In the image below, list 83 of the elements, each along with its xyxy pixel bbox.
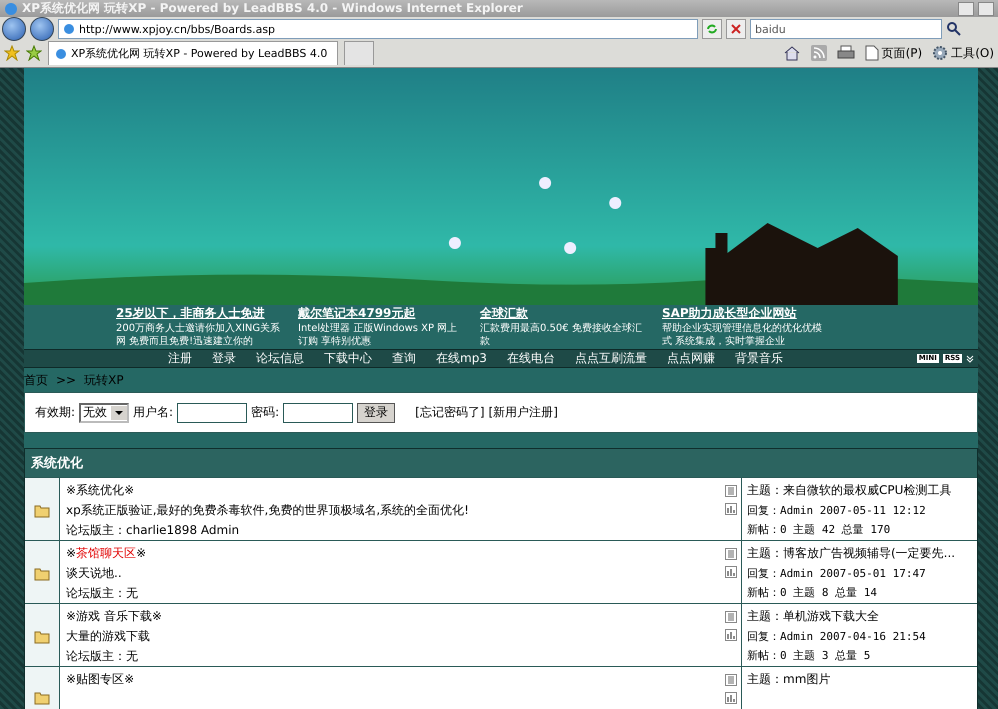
refresh-button[interactable]: [702, 19, 722, 39]
board-description: xp系统正版验证,最好的免费杀毒软件,免费的世界顶极域名,系统的全面优化!: [66, 502, 470, 519]
board-stats: 新帖：0 主题 42 总量 170: [747, 522, 892, 537]
expiry-select[interactable]: 无效: [79, 402, 130, 422]
nav-link[interactable]: 注册: [158, 350, 202, 367]
username-field[interactable]: [177, 402, 248, 422]
ad-title-link[interactable]: 戴尔笔记本4799元起: [298, 305, 466, 322]
toolbar-menu[interactable]: 页面(P): [864, 44, 922, 62]
ad-text: 汇款费用最高0.50€ 免费接收全球汇款: [480, 322, 643, 348]
board-title-link[interactable]: ※游戏 音乐下载※: [66, 608, 714, 625]
board-title-link[interactable]: ※贴图专区※: [66, 671, 714, 688]
gear-icon[interactable]: [932, 45, 948, 61]
refresh-icon: [706, 23, 718, 35]
board-moderators: 论坛版主：charlie1898 Admin: [66, 522, 240, 539]
printer-icon[interactable]: [836, 45, 855, 61]
folder-icon: [34, 566, 50, 580]
last-reply: 回复：Admin 2007-04-16 21:54: [747, 629, 927, 644]
window-title: XP系统优化网 玩转XP - Powered by LeadBBS 4.0 - Windows Internet Explorer: [22, 0, 524, 17]
password-field[interactable]: [283, 402, 354, 422]
browser-tab[interactable]: XP系统优化网 玩转XP - Powered by LeadBBS 4.0: [48, 41, 338, 65]
address-field[interactable]: http://www.xpjoy.cn/bbs/Boards.asp: [58, 19, 698, 39]
home-icon[interactable]: [782, 45, 801, 61]
folder-icon: [34, 691, 50, 705]
list-icon[interactable]: [724, 485, 736, 497]
last-topic-link[interactable]: 主题：博客放广告视频辅导(一定要先...: [747, 545, 972, 562]
ad-title-link[interactable]: 25岁以下，非商务人士免进: [116, 305, 284, 322]
last-reply: 回复：Admin 2007-05-11 12:12: [747, 503, 927, 518]
login-button[interactable]: 登录: [357, 402, 396, 422]
bar-chart-icon[interactable]: [724, 566, 736, 578]
nav-link[interactable]: 查询: [382, 350, 426, 367]
login-link[interactable]: [忘记密码了]: [415, 404, 485, 421]
board-description: 大量的游戏下载: [66, 628, 151, 645]
board-title-link[interactable]: ※系统优化※: [66, 482, 714, 499]
nav-link[interactable]: 点点网赚: [656, 350, 725, 367]
list-icon[interactable]: [724, 674, 736, 686]
bar-chart-icon[interactable]: [724, 503, 736, 515]
forward-button[interactable]: [30, 17, 54, 41]
back-button[interactable]: [2, 17, 26, 41]
minimize-button[interactable]: [958, 2, 974, 16]
board-stats: 新帖：0 主题 8 总量 14: [747, 585, 878, 600]
login-link[interactable]: [新用户注册]: [488, 404, 558, 421]
nav-link[interactable]: 在线电台: [496, 350, 565, 367]
username-label: 用户名:: [133, 404, 174, 421]
add-favorite-icon[interactable]: [26, 45, 42, 61]
stop-button[interactable]: [726, 19, 746, 39]
last-topic-link[interactable]: 主题：单机游戏下载大全: [747, 608, 972, 625]
nav-link[interactable]: 点点互刷流量: [564, 350, 657, 367]
bar-chart-icon[interactable]: [724, 692, 736, 704]
board-moderators: 论坛版主：无: [66, 585, 139, 602]
nav-link[interactable]: 论坛信息: [246, 350, 314, 367]
folder-icon: [34, 630, 50, 644]
breadcrumb-separator: >>: [56, 373, 76, 387]
nav-link[interactable]: 背景音乐: [724, 350, 793, 367]
expiry-label: 有效期:: [35, 404, 76, 421]
last-topic-link[interactable]: 主题：mm图片: [747, 671, 972, 688]
bar-chart-icon[interactable]: [724, 629, 736, 641]
folder-icon: [34, 504, 50, 518]
last-reply: 回复：Admin 2007-05-01 17:47: [747, 566, 927, 581]
list-icon[interactable]: [724, 548, 736, 560]
last-topic-link[interactable]: 主题：来自微软的最权威CPU检测工具: [747, 482, 972, 499]
ad-text: Intel处理器 正版Windows XP 网上订购 享特别优惠: [298, 322, 458, 348]
toolbar-menu[interactable]: 工具(O): [932, 44, 994, 62]
search-icon[interactable]: [946, 21, 962, 37]
close-icon: [731, 24, 741, 34]
star-icon[interactable]: [4, 45, 20, 61]
search-field[interactable]: baidu: [750, 19, 942, 39]
ad-title-link[interactable]: 全球汇款: [480, 305, 648, 322]
board-moderators: 论坛版主：无: [66, 648, 139, 665]
nav-link[interactable]: 在线mp3: [426, 350, 497, 367]
password-label: 密码:: [251, 404, 280, 421]
chevron-icon[interactable]: [966, 354, 974, 362]
ad-text: 帮助企业实现管理信息化的优化优模式 系统集成，实时掌握企业: [662, 322, 823, 348]
maximize-button[interactable]: [978, 2, 994, 16]
category-header: 系统优化: [25, 449, 977, 477]
ad-text: 200万商务人士邀请你加入XING关系网 免费而且免费!迅速建立你的: [116, 322, 282, 348]
board-title-link[interactable]: ※茶馆聊天区※: [66, 545, 714, 562]
board-description: 谈天说地..: [66, 565, 123, 582]
nav-link[interactable]: 登录: [202, 350, 246, 367]
breadcrumb-current: 玩转XP: [84, 372, 124, 388]
ad-title-link[interactable]: SAP助力成长型企业网站: [662, 305, 830, 322]
board-stats: 新帖：0 主题 3 总量 5: [747, 648, 872, 663]
list-icon[interactable]: [724, 611, 736, 623]
nav-link[interactable]: 下载中心: [314, 350, 382, 367]
